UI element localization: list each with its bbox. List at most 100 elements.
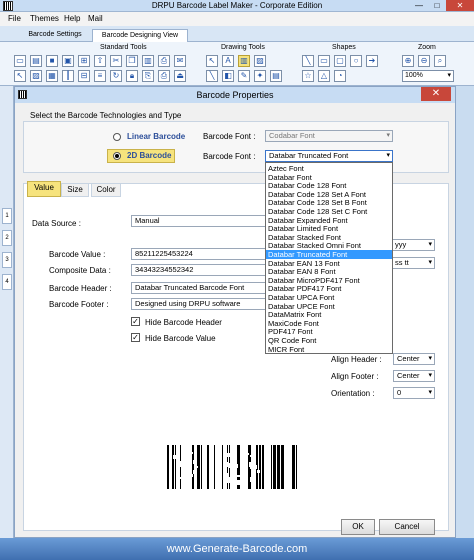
hide-value-label[interactable]: Hide Barcode Value: [145, 334, 216, 343]
line-shape-icon[interactable]: ╲: [302, 55, 314, 67]
linear-font-value: Codabar Font: [269, 131, 315, 140]
table-icon[interactable]: ⊟: [78, 70, 90, 82]
time-format-value: ss tt: [395, 258, 409, 267]
grid-icon[interactable]: ⊞: [78, 55, 90, 67]
text-tool-icon[interactable]: A: [222, 55, 234, 67]
tab-barcode-designing-view[interactable]: Barcode Designing View: [92, 29, 188, 42]
composite-data-input[interactable]: 34343234552342: [131, 264, 271, 276]
menu-help[interactable]: Help: [64, 14, 80, 23]
save-icon[interactable]: ■: [46, 55, 58, 67]
hide-value-checkbox[interactable]: ✓: [131, 333, 140, 342]
signature-tool-icon[interactable]: ✎: [238, 70, 250, 82]
barcode-footer-input[interactable]: Designed using DRPU software: [131, 298, 271, 310]
zoom-select[interactable]: 100% ▾: [402, 70, 454, 82]
rectangle-shape-icon[interactable]: ▭: [318, 55, 330, 67]
align-icon[interactable]: ≡: [94, 70, 106, 82]
chevron-down-icon: ▾: [447, 72, 451, 79]
zoom-in-icon[interactable]: ⊕: [402, 55, 414, 67]
align-header-select[interactable]: Center ▾: [393, 353, 435, 365]
linear-barcode-radio[interactable]: [113, 133, 121, 141]
cancel-button[interactable]: Cancel: [379, 519, 435, 535]
chevron-down-icon: ▾: [428, 372, 432, 379]
pointer-tool-icon[interactable]: ↖: [206, 55, 218, 67]
triangle-shape-icon[interactable]: △: [318, 70, 330, 82]
lock-icon[interactable]: 🔒︎: [126, 70, 138, 82]
menu-themes[interactable]: Themes: [30, 14, 59, 23]
copy-icon[interactable]: ❐: [126, 55, 138, 67]
side-tab-1[interactable]: 1: [2, 208, 12, 224]
tab-color[interactable]: Color: [91, 183, 121, 197]
pie-shape-icon[interactable]: ◔: [334, 70, 346, 82]
symbol-tool-icon[interactable]: ✦: [254, 70, 266, 82]
menu-file[interactable]: File: [8, 14, 21, 23]
align-footer-select[interactable]: Center ▾: [393, 370, 435, 382]
close-button[interactable]: ✕: [446, 0, 474, 11]
image-tool-icon[interactable]: ▨: [254, 55, 266, 67]
main-tab-strip: Barcode Settings Barcode Designing View: [0, 26, 474, 42]
rounded-rect-shape-icon[interactable]: ▢: [334, 55, 346, 67]
maximize-button[interactable]: □: [428, 0, 446, 11]
orientation-select[interactable]: 0 ▾: [393, 387, 435, 399]
align-header-label: Align Header :: [331, 355, 382, 364]
line-tool-icon[interactable]: ╲: [206, 70, 218, 82]
align-header-value: Center: [397, 354, 420, 363]
zoom-out-icon[interactable]: ⊖: [418, 55, 430, 67]
cut-icon[interactable]: ✂: [110, 55, 122, 67]
linear-font-select: Codabar Font ▾: [265, 130, 393, 142]
new-icon[interactable]: ▭: [14, 55, 26, 67]
arrow-shape-icon[interactable]: ➔: [366, 55, 378, 67]
rotate-icon[interactable]: ↻: [110, 70, 122, 82]
tab-value[interactable]: Value: [27, 181, 61, 197]
orientation-label: Orientation :: [331, 389, 375, 398]
side-tab-4[interactable]: 4: [2, 274, 12, 290]
twod-barcode-label[interactable]: 2D Barcode: [127, 151, 171, 160]
ok-button[interactable]: OK: [341, 519, 375, 535]
align-footer-label: Align Footer :: [331, 372, 379, 381]
hide-header-checkbox[interactable]: ✓: [131, 317, 140, 326]
side-tab-3[interactable]: 3: [2, 252, 12, 268]
dialog-close-button[interactable]: ✕: [421, 87, 451, 101]
menu-mail[interactable]: Mail: [88, 14, 103, 23]
date-format-select[interactable]: yyy ▾: [391, 239, 435, 251]
printer-icon[interactable]: ⎙: [158, 70, 170, 82]
export-icon[interactable]: ⇧: [94, 55, 106, 67]
barcode-tool-icon[interactable]: ▥: [238, 55, 250, 67]
print-preview-icon[interactable]: ⎘: [142, 70, 154, 82]
data-source-value: Manual: [135, 216, 160, 225]
time-format-select[interactable]: ss tt ▾: [391, 257, 435, 269]
library-tool-icon[interactable]: ▤: [270, 70, 282, 82]
composite-data-label: Composite Data :: [49, 266, 111, 275]
mail-icon[interactable]: ✉: [174, 55, 186, 67]
zoom-fit-icon[interactable]: ⌕: [434, 55, 446, 67]
side-tab-2[interactable]: 2: [2, 230, 12, 246]
star-shape-icon[interactable]: ☆: [302, 70, 314, 82]
twod-barcode-radio[interactable]: [113, 152, 121, 160]
minimize-button[interactable]: —: [410, 0, 428, 11]
barcode-header-label: Barcode Header :: [49, 284, 112, 293]
barcode-icon[interactable]: ┃: [62, 70, 74, 82]
tab-size[interactable]: Size: [61, 183, 89, 197]
group-standard-tools: Standard Tools: [100, 44, 147, 51]
data-source-select[interactable]: Manual: [131, 215, 271, 227]
exit-icon[interactable]: ⏏: [174, 70, 186, 82]
select-icon[interactable]: ↖: [14, 70, 26, 82]
group-shapes: Shapes: [332, 44, 356, 51]
image-icon[interactable]: ▨: [30, 70, 42, 82]
ellipse-shape-icon[interactable]: ○: [350, 55, 362, 67]
twod-font-select[interactable]: Databar Truncated Font ▾: [265, 150, 393, 162]
linear-barcode-label[interactable]: Linear Barcode: [127, 132, 185, 141]
barcode-header-input[interactable]: Databar Truncated Barcode Font: [131, 282, 271, 294]
print-icon[interactable]: ⎙: [158, 55, 170, 67]
website-banner: www.Generate-Barcode.com: [0, 538, 474, 560]
open-icon[interactable]: ▤: [30, 55, 42, 67]
barcode-value-input[interactable]: 85211225453224: [131, 248, 271, 260]
watermark-tool-icon[interactable]: ◧: [222, 70, 234, 82]
tab-barcode-settings[interactable]: Barcode Settings: [22, 29, 88, 42]
paste-icon[interactable]: ▥: [142, 55, 154, 67]
font-list-item[interactable]: MICR Font: [266, 345, 392, 354]
batch-icon[interactable]: ▦: [46, 70, 58, 82]
save-as-icon[interactable]: ▣: [62, 55, 74, 67]
chevron-down-icon: ▾: [428, 241, 432, 248]
hide-header-label[interactable]: Hide Barcode Header: [145, 318, 222, 327]
barcode-font-dropdown-list[interactable]: Aztec Font Databar Font Databar Code 128 F…: [265, 162, 393, 354]
